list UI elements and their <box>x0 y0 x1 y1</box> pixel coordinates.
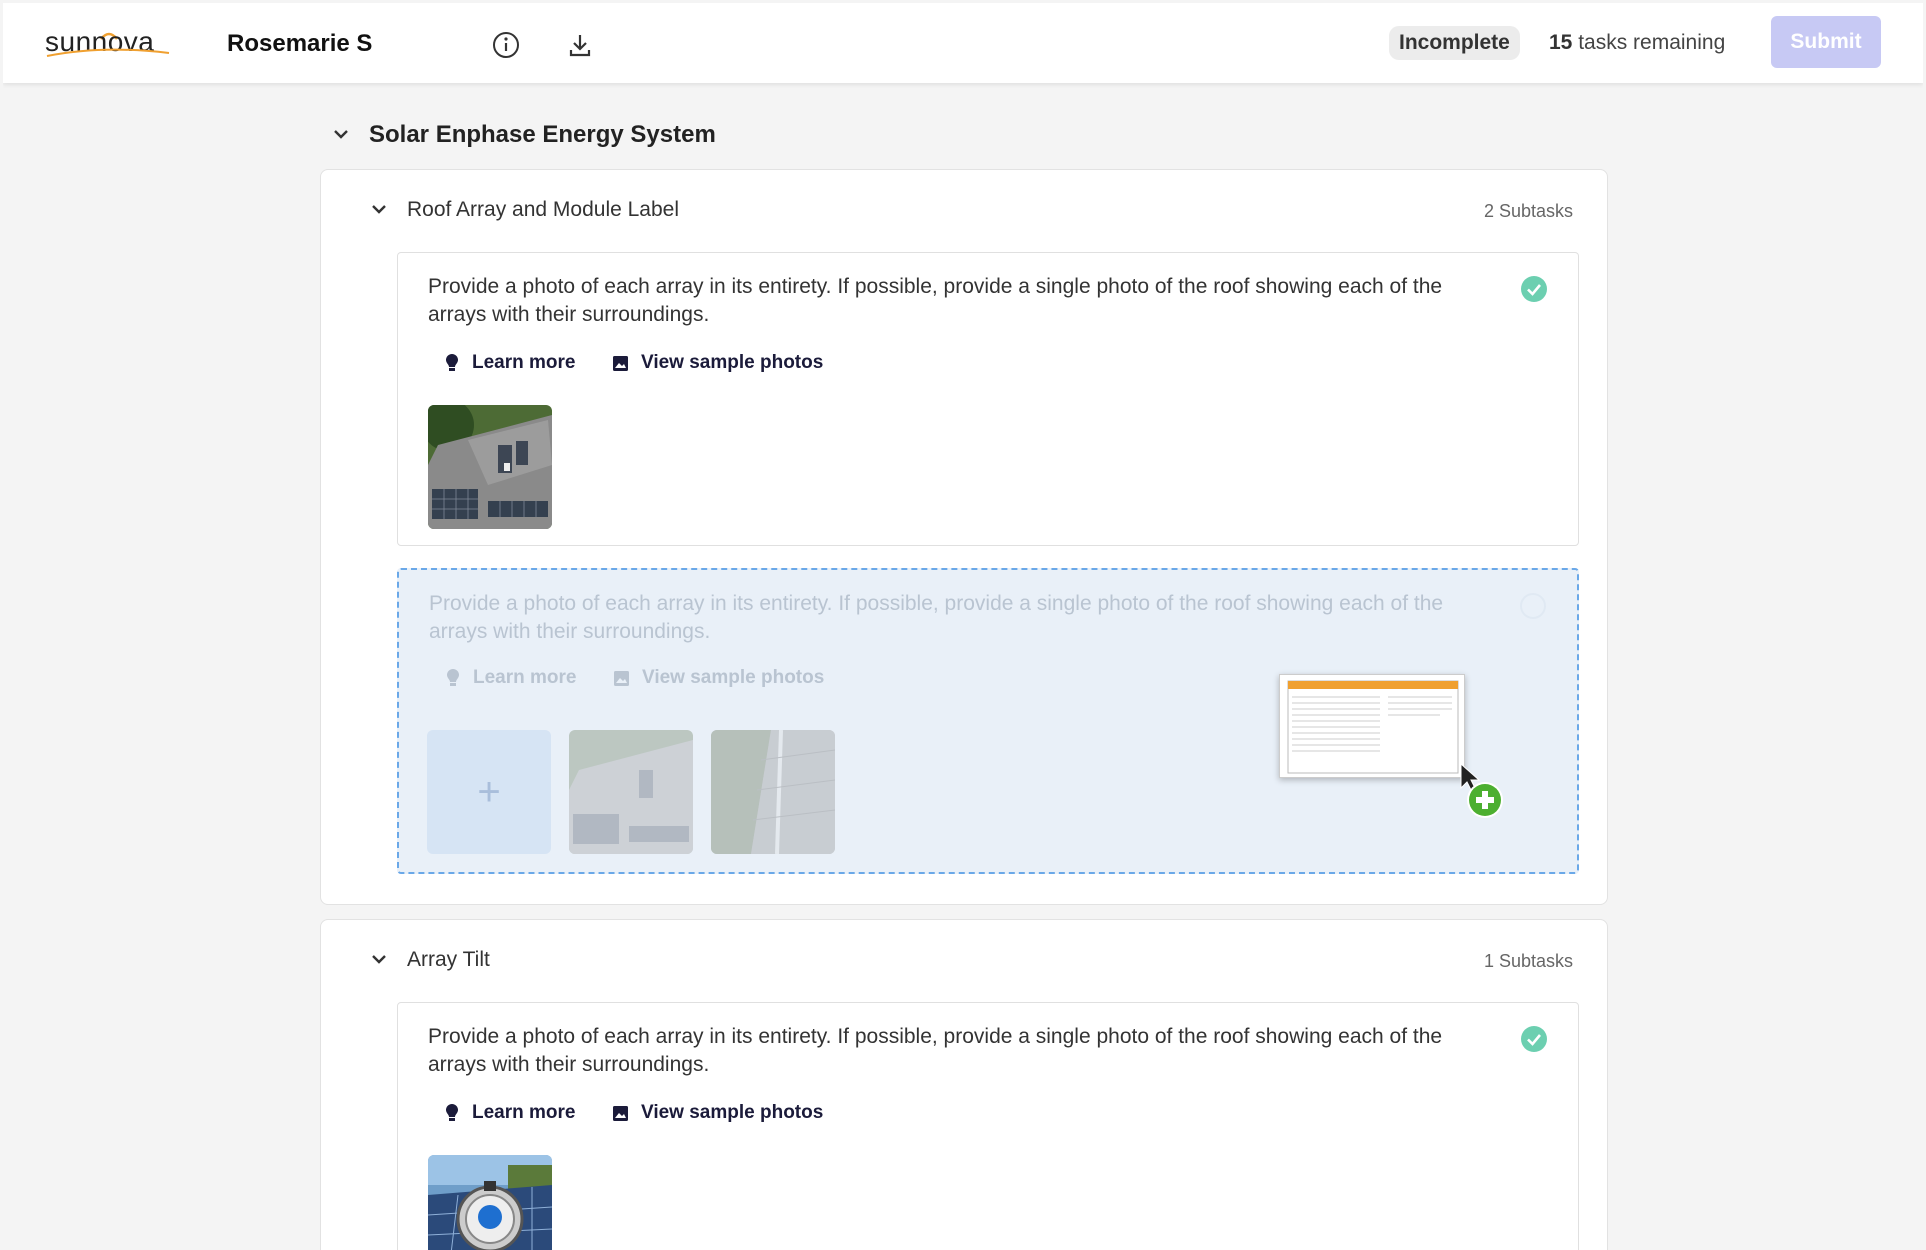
view-sample-photos-label: View sample photos <box>641 352 824 373</box>
task-description: Provide a photo of each array in its ent… <box>429 592 1444 643</box>
learn-more-label: Learn more <box>472 1102 576 1123</box>
learn-more-link[interactable]: Learn more <box>444 351 575 375</box>
chevron-down-icon[interactable] <box>367 197 391 221</box>
learn-more-link[interactable]: Learn more <box>445 666 576 690</box>
download-icon[interactable] <box>565 30 595 60</box>
view-sample-photos-label: View sample photos <box>642 667 825 688</box>
dragged-file-preview <box>1279 674 1465 778</box>
lightbulb-icon <box>446 1104 458 1121</box>
chevron-down-icon[interactable] <box>367 947 391 971</box>
customer-name: Rosemarie S. <box>227 30 373 57</box>
lightbulb-icon <box>447 669 459 686</box>
subtask-count: 2 Subtasks <box>1483 201 1573 221</box>
tasks-count: 15 <box>1549 31 1573 54</box>
task-item: Provide a photo of each array in its ent… <box>397 252 1579 546</box>
sunnova-logo: sunnova <box>43 23 173 63</box>
app-frame: sunnova Rosemarie S. Incomplete 15 tasks… <box>3 3 1923 1250</box>
view-sample-photos-link[interactable]: View sample photos <box>613 666 824 690</box>
task-description: Provide a photo of each array in its ent… <box>428 275 1443 326</box>
learn-more-label: Learn more <box>473 667 577 688</box>
group-card-array-tilt: Array Tilt 1 Subtasks Provide a photo of… <box>320 919 1608 1250</box>
lightbulb-icon <box>446 354 458 371</box>
add-photo-button[interactable]: + <box>427 730 551 854</box>
submit-button[interactable]: Submit <box>1771 16 1881 68</box>
status-badge: Incomplete <box>1389 26 1520 60</box>
photo-thumbnail[interactable] <box>428 405 552 529</box>
check-circle-icon <box>1521 276 1547 302</box>
photo-thumbnail[interactable] <box>569 730 693 854</box>
photo-dropzone[interactable]: Provide a photo of each array in its ent… <box>397 568 1579 874</box>
section-title: Solar Enphase Energy System <box>369 121 716 148</box>
image-icon <box>614 670 629 686</box>
photo-thumbnail[interactable] <box>428 1155 552 1250</box>
view-sample-photos-label: View sample photos <box>641 1102 824 1123</box>
top-header: sunnova Rosemarie S. Incomplete 15 tasks… <box>3 3 1923 83</box>
view-sample-photos-link[interactable]: View sample photos <box>612 351 823 375</box>
group-card-roof-array: Roof Array and Module Label 2 Subtasks P… <box>320 169 1608 905</box>
photo-thumbnail[interactable] <box>711 730 835 854</box>
learn-more-label: Learn more <box>472 352 576 373</box>
view-sample-photos-link[interactable]: View sample photos <box>612 1101 823 1125</box>
image-icon <box>613 355 628 371</box>
group-title: Roof Array and Module Label <box>407 198 680 221</box>
group-title: Array Tilt <box>407 948 490 971</box>
task-item: Provide a photo of each array in its ent… <box>397 1002 1579 1250</box>
svg-text:sunnova: sunnova <box>45 26 154 57</box>
check-circle-icon <box>1521 1026 1547 1052</box>
task-description: Provide a photo of each array in its ent… <box>428 1025 1443 1076</box>
learn-more-link[interactable]: Learn more <box>444 1101 575 1125</box>
subtask-count: 1 Subtasks <box>1483 951 1573 971</box>
image-icon <box>613 1105 628 1121</box>
check-circle-icon <box>1520 593 1546 619</box>
tasks-remaining: 15 tasks remaining <box>1549 31 1725 55</box>
drag-cursor-icon <box>1460 762 1503 818</box>
tasks-label: tasks remaining <box>1578 31 1726 54</box>
info-icon[interactable] <box>491 30 521 60</box>
chevron-down-icon[interactable] <box>329 122 353 146</box>
